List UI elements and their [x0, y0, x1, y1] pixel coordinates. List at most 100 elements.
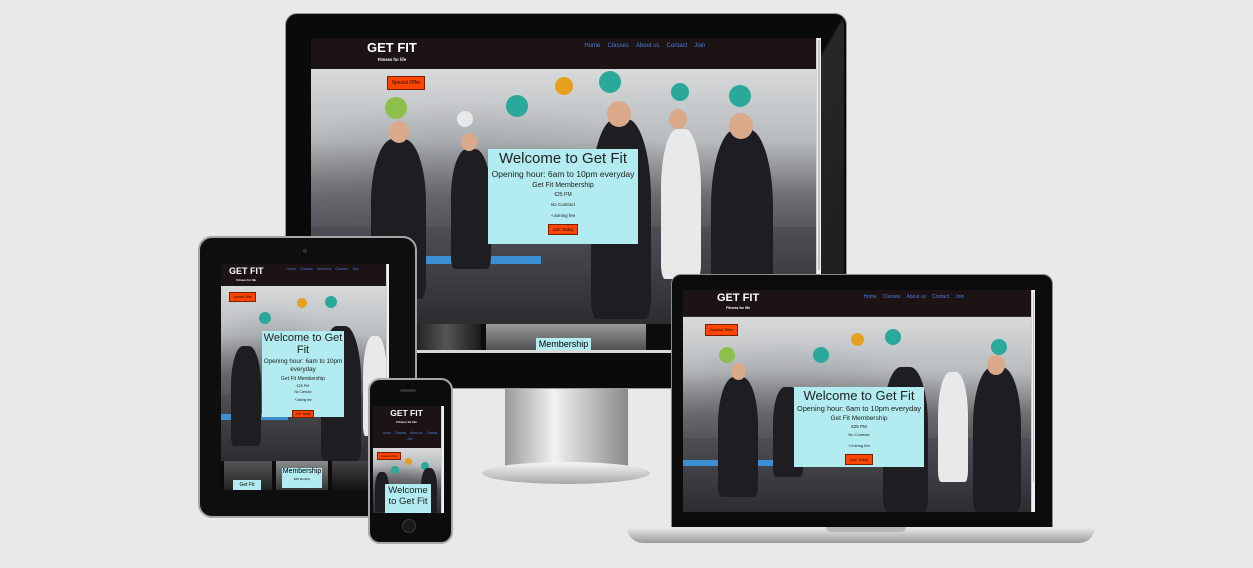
person-5 — [973, 367, 1021, 512]
kettlebell-1 — [259, 312, 271, 324]
card-membership-label: Membership — [282, 468, 322, 475]
site-nav: GET FIT Fitness for life Home Classes Ab… — [683, 290, 1035, 317]
person-4 — [661, 129, 701, 279]
opening-hours: Opening hour: 6am to 10pm everyday — [796, 404, 922, 413]
person-1 — [231, 346, 261, 446]
site-nav: GET FIT Fitness for life Home Classes Ab… — [311, 38, 821, 70]
welcome-heading: Welcome to Get Fit — [498, 150, 628, 167]
nav-link-contact[interactable]: Contact — [932, 294, 949, 300]
special-offer-button[interactable]: Special Offer — [377, 452, 401, 460]
scrollbar-thumb[interactable] — [1033, 292, 1034, 482]
nav-links: Home Classes About us Contact Join — [283, 267, 359, 271]
welcome-panel: Welcome to Get Fit Opening hour: 6am to … — [488, 149, 638, 244]
welcome-heading: Welcome to Get Fit — [803, 388, 915, 403]
phone-scrollbar[interactable] — [441, 406, 444, 513]
head-5 — [729, 113, 753, 139]
nav-link-classes[interactable]: Classes — [395, 431, 406, 435]
hero-image: Special Offer Welcome to Get Fit Opening… — [683, 317, 1035, 512]
scrollbar-thumb[interactable] — [818, 40, 820, 270]
membership-price: €25 PM — [554, 192, 572, 198]
nav-link-contact[interactable]: Contact — [336, 267, 348, 271]
nav-link-classes[interactable]: Classes — [300, 267, 313, 271]
membership-fee: +Joining fee — [550, 213, 576, 218]
membership-fee: +Joining fee — [848, 443, 870, 448]
kettlebell-1 — [391, 466, 399, 474]
special-offer-button[interactable]: Special Offer — [387, 76, 425, 90]
kettlebell-3 — [506, 95, 528, 117]
membership-title: Get Fit Membership — [281, 376, 325, 382]
phone-speaker — [400, 389, 416, 392]
monitor-stand-base — [482, 462, 650, 484]
special-offer-button[interactable]: Special Offer — [705, 324, 738, 336]
kettlebell-1 — [719, 347, 735, 363]
kettlebell-4 — [885, 329, 901, 345]
kettlebell-2 — [457, 111, 473, 127]
nav-link-about[interactable]: About us — [906, 294, 926, 300]
join-today-button[interactable]: Join Today — [845, 454, 873, 465]
nav-link-join[interactable]: Join — [694, 43, 705, 49]
special-offer-button[interactable]: Special Offer — [229, 292, 256, 302]
nav-link-join[interactable]: Join — [955, 294, 964, 300]
phone-screen: GET FIT Fitness for life Home Classes Ab… — [373, 406, 444, 513]
nav-link-contact[interactable]: Contact — [426, 431, 437, 435]
membership-price: €25 PM — [851, 424, 867, 429]
kettlebell-5 — [599, 71, 621, 93]
card-membership-sub: €25 Monthly — [293, 477, 311, 481]
nav-link-about[interactable]: About us — [636, 43, 660, 49]
laptop-scrollbar[interactable] — [1031, 290, 1035, 512]
membership-price: €25 PM — [296, 384, 310, 388]
monitor-stand-neck — [505, 384, 628, 466]
kettlebell-5 — [991, 339, 1007, 355]
brand-title: GET FIT — [390, 408, 423, 418]
membership-contract: No Contract — [550, 202, 575, 207]
head-4 — [669, 109, 687, 129]
welcome-panel: Welcome to Get Fit Opening hour: 6am to … — [262, 331, 344, 418]
nav-link-join[interactable]: Join — [352, 267, 359, 271]
kettlebell-6 — [671, 83, 689, 101]
site-brand[interactable]: GET FIT Fitness for life — [229, 266, 264, 282]
membership-title: Get Fit Membership — [830, 415, 888, 422]
nav-link-about[interactable]: About us — [317, 267, 331, 271]
join-today-button[interactable]: Join Today — [292, 410, 314, 418]
site-brand[interactable]: GET FIT Fitness for life — [367, 40, 417, 62]
person-1 — [718, 377, 758, 497]
join-today-button[interactable]: Join Today — [548, 224, 578, 235]
brand-title: GET FIT — [367, 40, 417, 55]
card-get-fit: Get Fit — [233, 480, 261, 490]
nav-link-home[interactable]: Home — [286, 267, 296, 271]
welcome-panel: Welcome to Get Fit Opening hour: 6am to … — [794, 387, 924, 467]
kettlebell-3 — [851, 333, 864, 346]
nav-link-home[interactable]: Home — [584, 43, 600, 49]
hero-image: Special Offer Welcome to Get Fit — [373, 448, 444, 513]
nav-links: Home Classes About us Contact Join — [377, 430, 440, 442]
hero-image: Special Offer Welcome to Get Fit Opening… — [221, 286, 389, 461]
kettlebell-7 — [729, 85, 751, 107]
site-brand[interactable]: GET FIT Fitness for life — [373, 408, 440, 424]
nav-link-classes[interactable]: Classes — [607, 43, 628, 49]
welcome-heading: Welcome to Get Fit — [388, 485, 428, 507]
nav-link-classes[interactable]: Classes — [883, 294, 901, 300]
site-brand[interactable]: GET FIT Fitness for life — [717, 292, 759, 310]
head-1 — [389, 121, 409, 143]
nav-links: Home Classes About us Contact Join — [859, 294, 965, 300]
opening-hours: Opening hour: 6am to 10pm everyday — [263, 358, 343, 373]
special-offer-label: Special Offer — [709, 327, 734, 332]
phone-home-button — [402, 519, 416, 533]
head-5 — [987, 355, 1005, 375]
special-offer-label: Special Offer — [233, 295, 252, 299]
nav-link-home[interactable]: Home — [383, 431, 392, 435]
kettlebell-2 — [297, 298, 307, 308]
welcome-heading: Welcome to Get Fit — [263, 332, 343, 356]
nav-link-contact[interactable]: Contact — [667, 43, 688, 49]
nav-link-join[interactable]: Join — [407, 437, 413, 441]
special-offer-label: Special Offer — [391, 80, 421, 86]
card-membership: Membership €25 Monthly — [282, 468, 322, 488]
head-2 — [461, 133, 477, 151]
nav-link-home[interactable]: Home — [864, 294, 877, 300]
kettlebell-1 — [385, 97, 407, 119]
site-nav: GET FIT Fitness for life Home Classes Ab… — [221, 264, 389, 287]
brand-title: GET FIT — [717, 292, 760, 304]
strip-image-left — [411, 324, 481, 350]
brand-title: GET FIT — [229, 266, 264, 276]
nav-link-about[interactable]: About us — [410, 431, 423, 435]
